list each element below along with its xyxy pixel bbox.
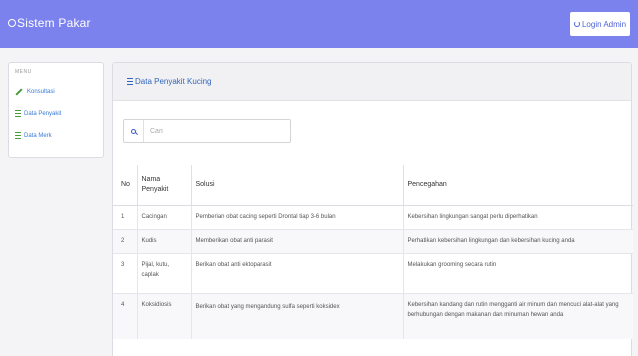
- cell-solusi: Berikan obat anti ektoparasit: [191, 252, 404, 293]
- search-icon: [131, 128, 136, 134]
- disease-table: No Nama Penyakit Solusi Pencegahan 1 Cac…: [113, 165, 633, 339]
- header-no: No: [113, 165, 138, 206]
- cell-no: 2: [113, 228, 138, 253]
- search-box: [123, 119, 291, 143]
- sidebar-item-data-merk[interactable]: Data Merk: [15, 132, 97, 139]
- list-icon: [127, 78, 133, 85]
- cell-no: 3: [113, 252, 138, 293]
- cell-solusi: Berikan obat yang mengandung sulfa seper…: [191, 292, 404, 339]
- top-navbar: Sistem Pakar Login Admin: [0, 0, 638, 48]
- cell-nama: Kudis: [137, 228, 192, 253]
- cell-nama: Koksidiosis: [137, 292, 192, 339]
- search-input[interactable]: [144, 127, 284, 135]
- cell-pencegahan: Melakukan grooming secara rutin: [403, 252, 633, 293]
- main-panel: Data Penyakit Kucing No Nama Penyakit So…: [112, 62, 633, 356]
- brand-text: Sistem Pakar: [17, 16, 91, 30]
- sidebar-item-label: Data Penyakit: [24, 110, 62, 117]
- sidebar-item-label: Data Merk: [24, 132, 52, 139]
- power-icon: [573, 21, 580, 27]
- header-solusi: Solusi: [191, 165, 404, 206]
- table-header-row: No Nama Penyakit Solusi Pencegahan: [113, 165, 633, 206]
- panel-header: Data Penyakit Kucing: [113, 63, 631, 101]
- cell-no: 1: [113, 204, 138, 229]
- sidebar-item-data-penyakit[interactable]: Data Penyakit: [15, 110, 97, 117]
- login-admin-label: Login Admin: [581, 19, 627, 29]
- menu-heading: MENU: [15, 69, 32, 75]
- sidebar-item-label: Konsultasi: [27, 89, 55, 95]
- cell-pencegahan: Perhatikan kebersihan lingkungan dan keb…: [403, 228, 633, 253]
- pencil-icon: [15, 88, 23, 96]
- cell-pencegahan: Kebersihan lingkungan sangat perlu diper…: [403, 204, 633, 229]
- cell-nama: Pijal, kutu, caplak: [137, 252, 192, 293]
- panel-title: Data Penyakit Kucing: [135, 77, 212, 86]
- table-row: 2 Kudis Memberikan obat anti parasit Per…: [113, 228, 633, 253]
- login-admin-button[interactable]: Login Admin: [570, 12, 630, 36]
- header-pencegahan: Pencegahan: [403, 165, 633, 206]
- cell-no: 4: [113, 292, 138, 339]
- table-row: 3 Pijal, kutu, caplak Berikan obat anti …: [113, 252, 633, 293]
- table-row: 4 Koksidiosis Berikan obat yang mengandu…: [113, 292, 633, 339]
- list-icon: [15, 132, 21, 139]
- cell-solusi: Memberikan obat anti parasit: [191, 228, 404, 253]
- search-icon-wrap: [124, 120, 144, 142]
- header-nama-penyakit: Nama Penyakit: [137, 165, 192, 206]
- cell-solusi: Pemberian obat cacing seperti Drontal ti…: [191, 204, 404, 229]
- brand-logo[interactable]: Sistem Pakar: [8, 16, 91, 30]
- list-icon: [15, 110, 21, 117]
- table-row: 1 Cacingan Pemberian obat cacing seperti…: [113, 204, 633, 229]
- sidebar-menu: MENU Konsultasi Data Penyakit Data Merk: [8, 62, 104, 158]
- cell-pencegahan: Kebersihan kandang dan rutin mengganti a…: [403, 292, 633, 339]
- cell-nama: Cacingan: [137, 204, 192, 229]
- sidebar-item-konsultasi[interactable]: Konsultasi: [15, 88, 97, 96]
- gear-icon: [8, 19, 16, 27]
